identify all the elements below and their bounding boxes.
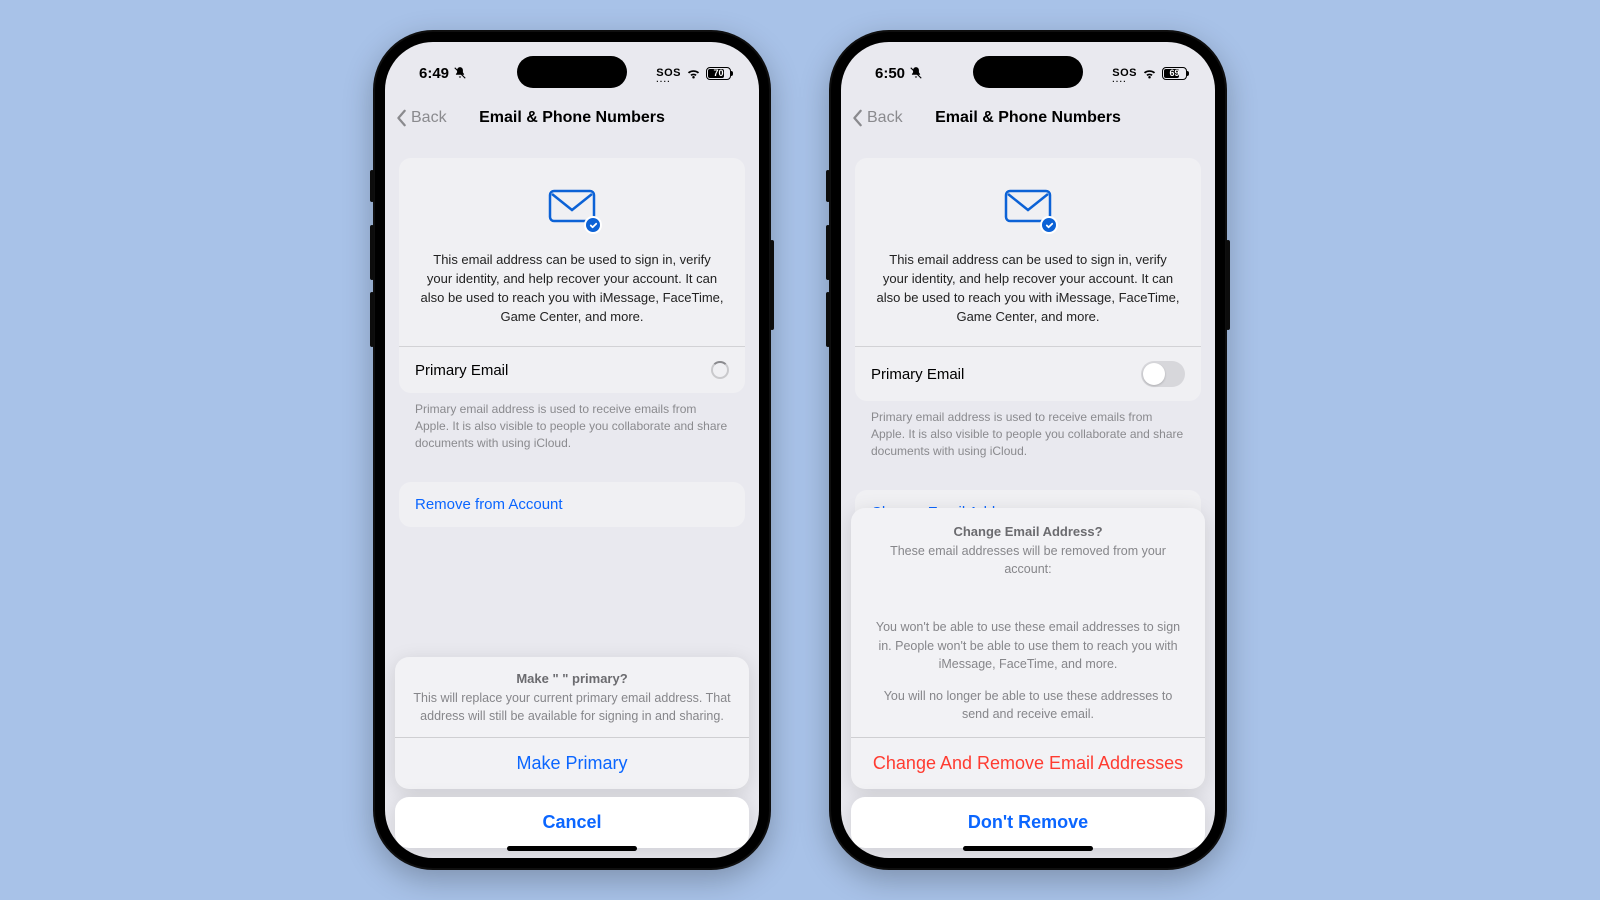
side-button	[826, 292, 830, 347]
phone-left: 6:49 SOS 70 Back Email & P	[373, 30, 771, 870]
battery-indicator: 70	[706, 67, 731, 80]
status-time: 6:50	[875, 65, 905, 82]
sheet-paragraph: You will no longer be able to use these …	[869, 687, 1187, 723]
mail-verified-icon	[548, 188, 596, 229]
dont-remove-button[interactable]: Don't Remove	[851, 797, 1205, 848]
sheet-subtitle: These email addresses will be removed fr…	[869, 543, 1187, 578]
primary-email-row[interactable]: Primary Email	[399, 346, 745, 393]
side-button	[370, 292, 374, 347]
sos-indicator: SOS	[656, 67, 681, 79]
sos-indicator: SOS	[1112, 67, 1137, 79]
primary-email-row[interactable]: Primary Email	[855, 346, 1201, 401]
remove-from-account-button[interactable]: Remove from Account	[399, 482, 745, 527]
back-button[interactable]: Back	[395, 109, 447, 127]
loading-spinner-icon	[711, 361, 729, 379]
mail-verified-icon	[1004, 188, 1052, 229]
nav-bar: Back Email & Phone Numbers	[841, 98, 1215, 138]
side-button	[826, 225, 830, 280]
nav-bar: Back Email & Phone Numbers	[385, 98, 759, 138]
change-and-remove-button[interactable]: Change And Remove Email Addresses	[851, 737, 1205, 789]
wifi-icon	[1142, 66, 1157, 81]
email-info-card: This email address can be used to sign i…	[399, 158, 745, 393]
primary-email-footnote: Primary email address is used to receive…	[855, 401, 1201, 459]
side-button	[370, 225, 374, 280]
home-indicator[interactable]	[963, 846, 1093, 851]
status-time: 6:49	[419, 65, 449, 82]
dynamic-island	[973, 56, 1083, 88]
hero-description: This email address can be used to sign i…	[417, 251, 727, 326]
primary-email-label: Primary Email	[871, 366, 964, 383]
check-badge-icon	[1040, 216, 1058, 234]
cancel-button[interactable]: Cancel	[395, 797, 749, 848]
side-button	[1226, 240, 1230, 330]
side-button	[770, 240, 774, 330]
sheet-title: Change Email Address?	[869, 524, 1187, 539]
sheet-title: Make " " primary?	[413, 671, 731, 686]
primary-email-toggle[interactable]	[1141, 361, 1185, 387]
action-sheet: Change Email Address? These email addres…	[851, 508, 1205, 848]
back-label: Back	[867, 109, 903, 127]
sheet-subtitle: This will replace your current primary e…	[413, 690, 731, 725]
primary-email-footnote: Primary email address is used to receive…	[399, 393, 745, 451]
home-indicator[interactable]	[507, 846, 637, 851]
silent-mode-icon	[453, 66, 467, 80]
dynamic-island	[517, 56, 627, 88]
side-button	[826, 170, 830, 202]
hero-description: This email address can be used to sign i…	[873, 251, 1183, 326]
action-sheet: Make " " primary? This will replace your…	[395, 657, 749, 848]
sheet-paragraph: You won't be able to use these email add…	[869, 618, 1187, 672]
phone-right: 6:50 SOS 69 Back Email & P	[829, 30, 1227, 870]
email-info-card: This email address can be used to sign i…	[855, 158, 1201, 401]
side-button	[370, 170, 374, 202]
back-button[interactable]: Back	[851, 109, 903, 127]
wifi-icon	[686, 66, 701, 81]
check-badge-icon	[584, 216, 602, 234]
battery-indicator: 69	[1162, 67, 1187, 80]
silent-mode-icon	[909, 66, 923, 80]
back-label: Back	[411, 109, 447, 127]
primary-email-label: Primary Email	[415, 362, 508, 379]
make-primary-button[interactable]: Make Primary	[395, 737, 749, 789]
